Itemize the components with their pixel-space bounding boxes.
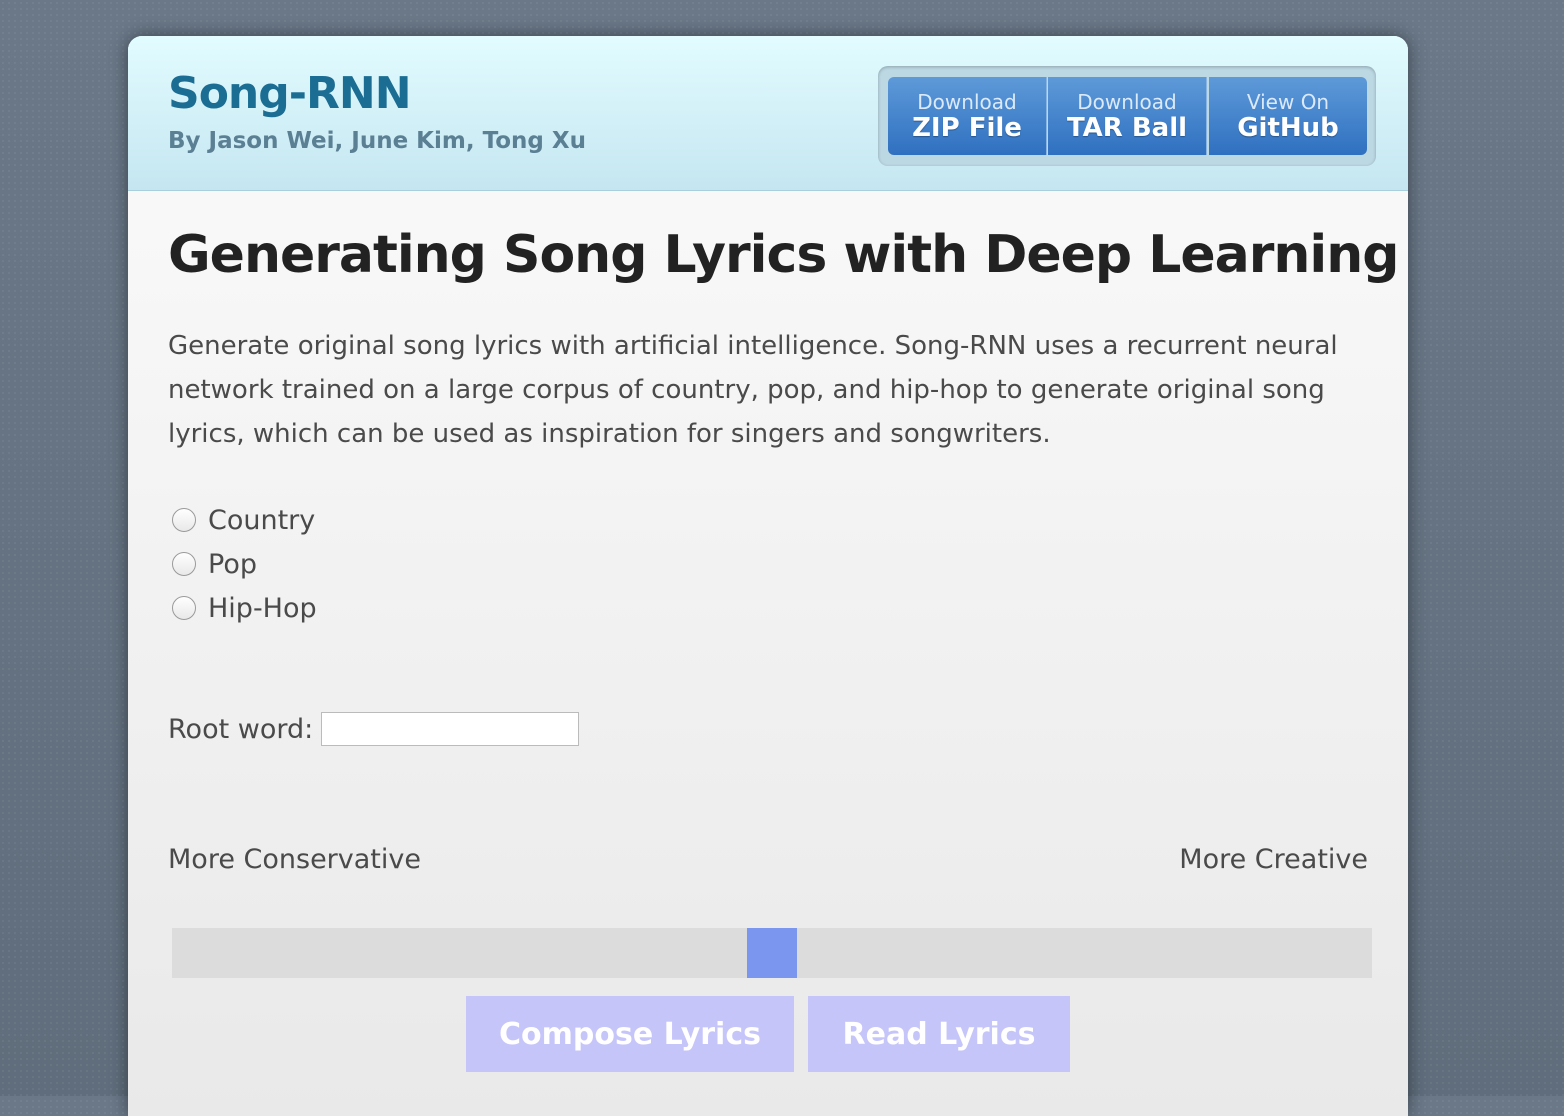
root-word-input[interactable] bbox=[321, 712, 580, 746]
project-title: Song-RNN bbox=[168, 68, 412, 119]
download-zip-big-label: ZIP File bbox=[912, 113, 1022, 143]
genre-option-pop[interactable]: Pop bbox=[168, 542, 317, 586]
download-zip-small-label: Download bbox=[917, 90, 1017, 114]
genre-option-hip-hop[interactable]: Hip-Hop bbox=[168, 586, 317, 630]
creativity-slider[interactable] bbox=[172, 928, 1372, 978]
intro-paragraph: Generate original song lyrics with artif… bbox=[168, 331, 1338, 449]
view-github-big-label: GitHub bbox=[1237, 113, 1339, 143]
genre-label-pop: Pop bbox=[208, 548, 257, 580]
read-lyrics-button[interactable]: Read Lyrics bbox=[808, 996, 1070, 1072]
download-tar-button[interactable]: Download TAR Ball bbox=[1048, 77, 1207, 155]
root-word-row: Root word: bbox=[168, 712, 580, 746]
radio-country[interactable] bbox=[172, 508, 196, 532]
radio-hip-hop[interactable] bbox=[172, 596, 196, 620]
root-word-label: Root word: bbox=[168, 713, 314, 745]
genre-radio-group: Country Pop Hip-Hop bbox=[168, 498, 317, 630]
radio-pop[interactable] bbox=[172, 552, 196, 576]
view-github-small-label: View On bbox=[1246, 90, 1330, 114]
page-container: Song-RNN By Jason Wei, June Kim, Tong Xu… bbox=[128, 36, 1408, 1116]
slider-label-creative: More Creative bbox=[1179, 844, 1368, 875]
slider-label-conservative: More Conservative bbox=[168, 844, 421, 875]
download-button-group: Download ZIP File Download TAR Ball View… bbox=[878, 66, 1376, 166]
download-zip-button[interactable]: Download ZIP File bbox=[888, 77, 1047, 155]
download-tar-small-label: Download bbox=[1077, 90, 1177, 114]
creativity-slider-handle[interactable] bbox=[747, 928, 797, 978]
genre-option-country[interactable]: Country bbox=[168, 498, 317, 542]
view-github-button[interactable]: View On GitHub bbox=[1209, 77, 1367, 155]
genre-label-country: Country bbox=[208, 504, 316, 536]
download-tar-big-label: TAR Ball bbox=[1066, 113, 1188, 143]
genre-label-hip-hop: Hip-Hop bbox=[208, 592, 317, 624]
page-heading: Generating Song Lyrics with Deep Learnin… bbox=[168, 225, 1399, 285]
site-header: Song-RNN By Jason Wei, June Kim, Tong Xu… bbox=[128, 36, 1408, 191]
compose-lyrics-button[interactable]: Compose Lyrics bbox=[466, 996, 794, 1072]
project-tagline: By Jason Wei, June Kim, Tong Xu bbox=[168, 128, 586, 154]
